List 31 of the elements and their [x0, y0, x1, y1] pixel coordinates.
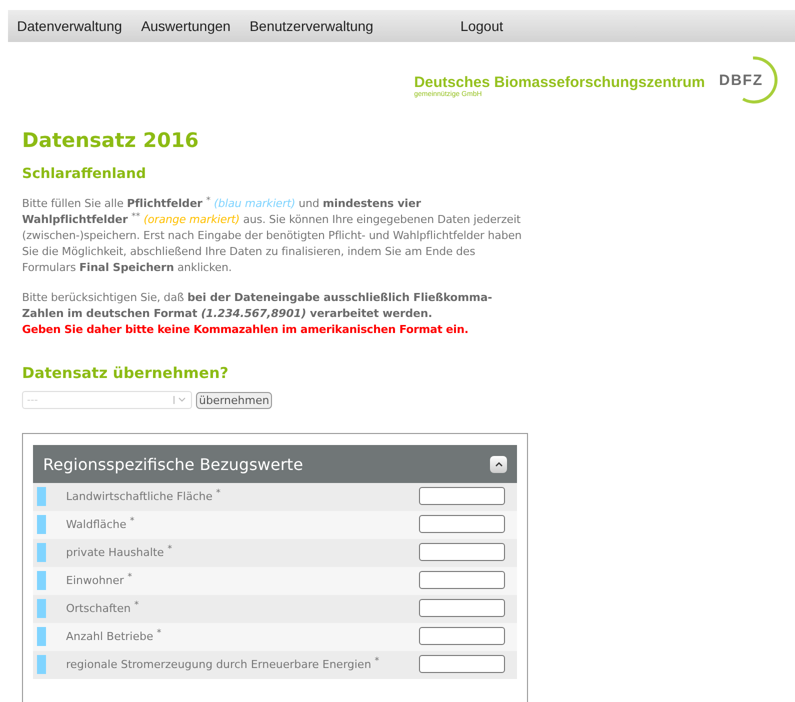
input-field[interactable]: [419, 627, 505, 645]
input-field[interactable]: [419, 543, 505, 561]
menu-item[interactable]: Auswertungen: [141, 18, 231, 34]
format-warning: Geben Sie daher bitte keine Kommazahlen im amerikanischen Format ein.: [22, 322, 470, 338]
section-title: Regionsspezifische Bezugswerte: [43, 454, 304, 474]
chevron-up-icon: [494, 461, 502, 467]
field-label: Einwohner $^{*}$: [66, 574, 134, 588]
input-field[interactable]: [419, 655, 505, 673]
input-field[interactable]: [419, 599, 505, 617]
collapse-button[interactable]: [490, 456, 507, 472]
logo-name: Deutsches Biomasseforschungszentrum: [414, 74, 705, 91]
input-field[interactable]: [419, 571, 505, 589]
menu-item[interactable]: Datenverwaltung: [17, 18, 122, 34]
field-label: regionale Stromerzeugung durch Erneuerbare Energien $^{*}$: [66, 658, 380, 672]
field-label: Landwirtschaftliche Fläche $^{*}$: [66, 490, 222, 504]
menu-item[interactable]: Logout: [460, 18, 504, 34]
field-label: Waldfläche $^{*}$: [66, 518, 136, 532]
region-title: Schlaraffenland: [22, 166, 147, 182]
format-notice: Bitte berücksichtigen Sie, daß bei der Dateneingabe ausschließlich Fließkomma-Zahlen im deutschen Format (1.234.567,8901) verarbeitet werden.: [22, 290, 494, 322]
page-title: Datensatz 2016: [22, 128, 200, 152]
instructions-text: Bitte füllen Sie alle Pflichtfelder * (blau markiert) und mindestens vier Wahlpflichtfelder ** (orange markiert) aus. Sie können Ihre eingegebenen Daten jederzeit (zwischen-)speichern. Erst nach Eingabe der benötigten Pflicht- und Wahlpflichtfelder haben Sie die Möglichkeit, abschließend Ihre Daten zu finalisieren, indem Sie am Ende des Formulars Final Speichern anklicken.: [22, 196, 523, 276]
field-label: Anzahl Betriebe $^{*}$: [66, 630, 162, 644]
input-field[interactable]: [419, 487, 505, 505]
apply-button[interactable]: übernehmen: [196, 392, 272, 408]
input-field[interactable]: [419, 515, 505, 533]
dropdown-caret-icon: [173, 395, 187, 405]
field-label: Ortschaften $^{*}$: [66, 602, 140, 616]
copy-heading: Datensatz übernehmen?: [22, 364, 230, 382]
field-label: private Haushalte $^{*}$: [66, 546, 174, 560]
logo-mark: DBFZ: [719, 72, 763, 88]
menu-item[interactable]: Benutzerverwaltung: [250, 18, 374, 34]
